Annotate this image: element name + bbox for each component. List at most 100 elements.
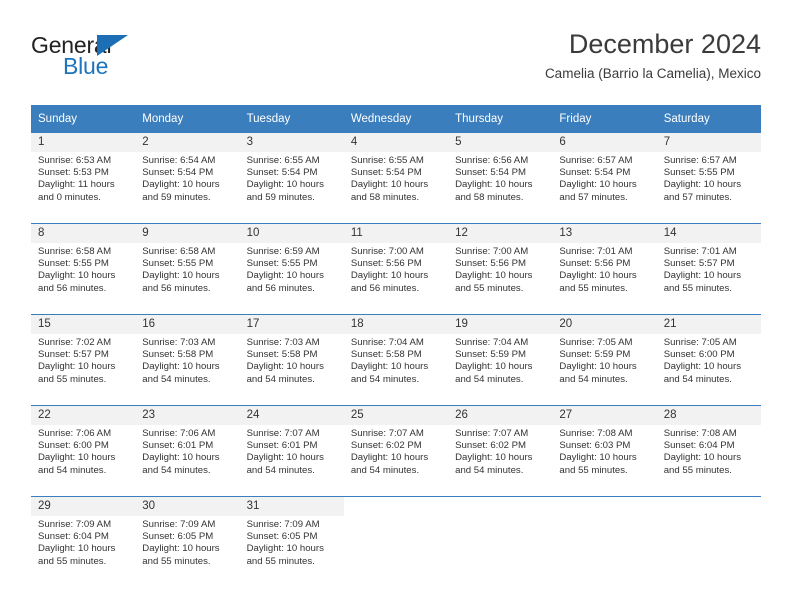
- daylight-text-line1: Daylight: 10 hours: [350, 452, 429, 464]
- sunrise-text: Sunrise: 7:09 AM: [38, 519, 112, 530]
- day-cell[interactable]: 25 Sunrise: 7:07 AM Sunset: 6:02 PM Dayl…: [343, 405, 449, 497]
- day-details: Sunrise: 6:57 AM Sunset: 5:55 PM Dayligh…: [657, 152, 761, 204]
- day-number: 16: [135, 315, 240, 334]
- week-row: 29 Sunrise: 7:09 AM Sunset: 6:04 PM Dayl…: [31, 496, 761, 587]
- day-cell-empty: [656, 496, 761, 587]
- general-blue-logo: General Blue: [31, 32, 241, 88]
- day-number: 30: [135, 497, 240, 516]
- day-cell[interactable]: 28 Sunrise: 7:08 AM Sunset: 6:04 PM Dayl…: [656, 405, 761, 497]
- daylight-text-line2: and 54 minutes.: [246, 373, 315, 385]
- day-details: Sunrise: 6:57 AM Sunset: 5:54 PM Dayligh…: [552, 152, 656, 204]
- sunrise-text: Sunrise: 7:01 AM: [663, 246, 737, 257]
- sunrise-text: Sunrise: 7:00 AM: [455, 246, 529, 257]
- daylight-text-line2: and 56 minutes.: [142, 282, 211, 294]
- week-row: 22 Sunrise: 7:06 AM Sunset: 6:00 PM Dayl…: [31, 405, 761, 497]
- day-cell[interactable]: 30 Sunrise: 7:09 AM Sunset: 6:05 PM Dayl…: [135, 496, 240, 587]
- daylight-text-line1: Daylight: 10 hours: [142, 543, 220, 555]
- sunrise-text: Sunrise: 7:04 AM: [350, 337, 424, 348]
- day-cell[interactable]: 1 Sunrise: 6:53 AM Sunset: 5:53 PM Dayli…: [31, 133, 136, 224]
- sunset-text: Sunset: 6:03 PM: [559, 440, 631, 452]
- day-cell[interactable]: 15 Sunrise: 7:02 AM Sunset: 5:57 PM Dayl…: [31, 314, 136, 406]
- day-details: Sunrise: 7:09 AM Sunset: 6:05 PM Dayligh…: [135, 516, 239, 568]
- sunset-text: Sunset: 5:59 PM: [455, 349, 527, 361]
- day-details: Sunrise: 7:00 AM Sunset: 5:56 PM Dayligh…: [344, 243, 448, 295]
- day-cell[interactable]: 11 Sunrise: 7:00 AM Sunset: 5:56 PM Dayl…: [343, 223, 449, 315]
- daylight-text-line2: and 55 minutes.: [663, 282, 732, 294]
- day-cell[interactable]: 9 Sunrise: 6:58 AM Sunset: 5:55 PM Dayli…: [135, 223, 240, 315]
- day-cell[interactable]: 17 Sunrise: 7:03 AM Sunset: 5:58 PM Dayl…: [239, 314, 344, 406]
- sunset-text: Sunset: 5:55 PM: [38, 258, 109, 270]
- daylight-text-line2: and 57 minutes.: [663, 191, 732, 203]
- daylight-text-line1: Daylight: 10 hours: [559, 452, 637, 464]
- day-details: Sunrise: 7:04 AM Sunset: 5:58 PM Dayligh…: [344, 334, 448, 386]
- daylight-text-line2: and 54 minutes.: [559, 373, 628, 385]
- day-number: [656, 497, 761, 516]
- day-cell[interactable]: 22 Sunrise: 7:06 AM Sunset: 6:00 PM Dayl…: [31, 405, 136, 497]
- daylight-text-line1: Daylight: 10 hours: [559, 361, 637, 373]
- sunrise-text: Sunrise: 6:55 AM: [350, 155, 424, 166]
- daylight-text-line1: Daylight: 10 hours: [559, 270, 637, 282]
- sunset-text: Sunset: 6:01 PM: [246, 440, 318, 452]
- day-details: Sunrise: 6:56 AM Sunset: 5:54 PM Dayligh…: [448, 152, 552, 204]
- day-cell[interactable]: 2 Sunrise: 6:54 AM Sunset: 5:54 PM Dayli…: [135, 133, 240, 224]
- day-cell[interactable]: 8 Sunrise: 6:58 AM Sunset: 5:55 PM Dayli…: [31, 223, 136, 315]
- daylight-text-line1: Daylight: 10 hours: [455, 361, 533, 373]
- day-cell[interactable]: 5 Sunrise: 6:56 AM Sunset: 5:54 PM Dayli…: [448, 133, 553, 224]
- day-number: 20: [552, 315, 657, 334]
- day-cell[interactable]: 3 Sunrise: 6:55 AM Sunset: 5:54 PM Dayli…: [239, 133, 344, 224]
- day-details: Sunrise: 7:01 AM Sunset: 5:57 PM Dayligh…: [657, 243, 761, 295]
- day-number: 6: [552, 133, 657, 152]
- day-cell[interactable]: 4 Sunrise: 6:55 AM Sunset: 5:54 PM Dayli…: [343, 133, 449, 224]
- day-details: Sunrise: 6:58 AM Sunset: 5:55 PM Dayligh…: [135, 243, 239, 295]
- sunset-text: Sunset: 6:00 PM: [38, 440, 109, 452]
- day-cell[interactable]: 16 Sunrise: 7:03 AM Sunset: 5:58 PM Dayl…: [135, 314, 240, 406]
- day-cell[interactable]: 12 Sunrise: 7:00 AM Sunset: 5:56 PM Dayl…: [448, 223, 553, 315]
- daylight-text-line1: Daylight: 10 hours: [455, 179, 533, 191]
- sunrise-text: Sunrise: 7:06 AM: [142, 428, 216, 439]
- sunset-text: Sunset: 5:59 PM: [559, 349, 631, 361]
- day-cell[interactable]: 20 Sunrise: 7:05 AM Sunset: 5:59 PM Dayl…: [552, 314, 657, 406]
- sunset-text: Sunset: 5:54 PM: [559, 167, 631, 179]
- day-details: Sunrise: 6:58 AM Sunset: 5:55 PM Dayligh…: [31, 243, 135, 295]
- day-cell[interactable]: 13 Sunrise: 7:01 AM Sunset: 5:56 PM Dayl…: [552, 223, 657, 315]
- day-cell[interactable]: 31 Sunrise: 7:09 AM Sunset: 6:05 PM Dayl…: [239, 496, 344, 587]
- daylight-text-line2: and 54 minutes.: [350, 373, 420, 385]
- daylight-text-line2: and 54 minutes.: [455, 464, 524, 476]
- sunset-text: Sunset: 5:57 PM: [38, 349, 109, 361]
- daylight-text-line2: and 55 minutes.: [455, 282, 524, 294]
- sunrise-text: Sunrise: 7:05 AM: [559, 337, 633, 348]
- sunrise-text: Sunrise: 7:07 AM: [246, 428, 320, 439]
- weekday-header-friday: Friday: [552, 105, 657, 133]
- daylight-text-line2: and 54 minutes.: [246, 464, 315, 476]
- daylight-text-line1: Daylight: 10 hours: [38, 270, 116, 282]
- weekday-header-row: Sunday Monday Tuesday Wednesday Thursday…: [31, 105, 761, 133]
- daylight-text-line2: and 55 minutes.: [38, 555, 107, 567]
- sunrise-text: Sunrise: 6:59 AM: [246, 246, 320, 257]
- day-number: 12: [448, 224, 553, 243]
- day-cell[interactable]: 26 Sunrise: 7:07 AM Sunset: 6:02 PM Dayl…: [448, 405, 553, 497]
- day-number: 2: [135, 133, 240, 152]
- daylight-text-line1: Daylight: 10 hours: [455, 452, 533, 464]
- day-cell[interactable]: 18 Sunrise: 7:04 AM Sunset: 5:58 PM Dayl…: [343, 314, 449, 406]
- day-cell[interactable]: 10 Sunrise: 6:59 AM Sunset: 5:55 PM Dayl…: [239, 223, 344, 315]
- day-cell[interactable]: 23 Sunrise: 7:06 AM Sunset: 6:01 PM Dayl…: [135, 405, 240, 497]
- daylight-text-line1: Daylight: 10 hours: [350, 270, 429, 282]
- sunrise-text: Sunrise: 7:00 AM: [350, 246, 424, 257]
- day-cell[interactable]: 14 Sunrise: 7:01 AM Sunset: 5:57 PM Dayl…: [656, 223, 761, 315]
- sunset-text: Sunset: 5:56 PM: [559, 258, 631, 270]
- daylight-text-line2: and 54 minutes.: [142, 373, 211, 385]
- day-cell[interactable]: 19 Sunrise: 7:04 AM Sunset: 5:59 PM Dayl…: [448, 314, 553, 406]
- daylight-text-line2: and 55 minutes.: [559, 464, 628, 476]
- day-cell[interactable]: 24 Sunrise: 7:07 AM Sunset: 6:01 PM Dayl…: [239, 405, 344, 497]
- day-cell[interactable]: 6 Sunrise: 6:57 AM Sunset: 5:54 PM Dayli…: [552, 133, 657, 224]
- daylight-text-line2: and 55 minutes.: [559, 282, 628, 294]
- daylight-text-line2: and 56 minutes.: [350, 282, 420, 294]
- daylight-text-line1: Daylight: 10 hours: [246, 543, 324, 555]
- day-cell[interactable]: 29 Sunrise: 7:09 AM Sunset: 6:04 PM Dayl…: [31, 496, 136, 587]
- sunrise-text: Sunrise: 6:58 AM: [142, 246, 216, 257]
- day-cell[interactable]: 21 Sunrise: 7:05 AM Sunset: 6:00 PM Dayl…: [656, 314, 761, 406]
- sunrise-text: Sunrise: 7:02 AM: [38, 337, 112, 348]
- day-cell[interactable]: 27 Sunrise: 7:08 AM Sunset: 6:03 PM Dayl…: [552, 405, 657, 497]
- daylight-text-line2: and 57 minutes.: [559, 191, 628, 203]
- day-cell[interactable]: 7 Sunrise: 6:57 AM Sunset: 5:55 PM Dayli…: [656, 133, 761, 224]
